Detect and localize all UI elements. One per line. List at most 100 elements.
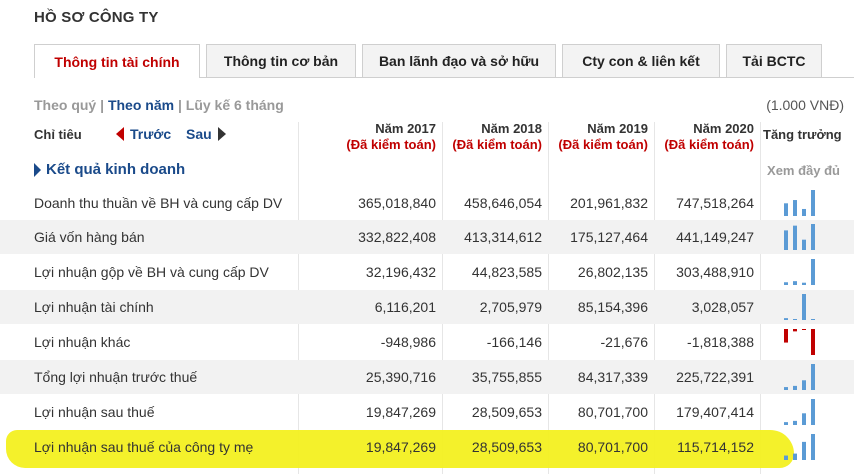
row-value: 747,518,264 <box>676 195 754 211</box>
next-button[interactable]: Sau <box>186 126 226 142</box>
row-label: Tổng lợi nhuận trước thuế <box>34 369 198 385</box>
sparkline-bar <box>811 319 815 320</box>
previous-button[interactable]: Trước <box>116 126 171 142</box>
growth-sparkline[interactable] <box>782 258 818 286</box>
row-value: 19,847,269 <box>365 439 436 455</box>
row-value: 175,127,464 <box>570 229 648 245</box>
audit-label: (Đã kiểm toán) <box>664 137 754 152</box>
audit-label: (Đã kiểm toán) <box>346 137 436 152</box>
sparkline-bar <box>802 380 806 390</box>
row-value: 6,116,201 <box>374 299 436 315</box>
tab-download-reports[interactable]: Tải BCTC <box>726 44 822 77</box>
row-value: 80,701,700 <box>577 439 648 455</box>
year-label: Năm 2018 <box>481 121 542 136</box>
sparkline-bar <box>793 385 797 390</box>
row-value: 19,847,269 <box>365 404 436 420</box>
sparkline-bar <box>784 282 788 285</box>
section-business-results[interactable]: Kết quả kinh doanh Xem đầy đủ <box>34 158 844 184</box>
row-value: 332,822,408 <box>358 229 436 245</box>
row-label: Giá vốn hàng bán <box>34 229 145 245</box>
period-year-link[interactable]: Theo năm <box>108 97 174 113</box>
row-value: 458,646,054 <box>464 195 542 211</box>
row-value: 80,701,700 <box>577 404 648 420</box>
row-label: Lợi nhuận sau thuế của công ty mẹ <box>34 439 254 455</box>
period-separator: | <box>177 97 182 113</box>
table-row: Tổng lợi nhuận trước thuế 25,390,716 35,75… <box>0 360 854 394</box>
table-row: Lợi nhuận sau thuế 19,847,269 28,509,653 80… <box>0 395 854 429</box>
growth-header: Tăng trưởng <box>763 127 842 142</box>
sparkline-bar <box>784 318 788 320</box>
previous-label: Trước <box>130 126 172 142</box>
table-row: Doanh thu thuần về BH và cung cấp DV 365,… <box>0 186 854 220</box>
year-header-2020: Năm 2020 (Đã kiểm toán) <box>650 121 754 153</box>
period-quarter-link[interactable]: Theo quý <box>34 97 96 113</box>
sparkline-bar <box>802 441 806 460</box>
row-value: 365,018,840 <box>358 195 436 211</box>
growth-sparkline[interactable] <box>782 293 818 321</box>
row-value: 115,714,152 <box>677 439 754 455</box>
indicator-header: Chỉ tiêu <box>34 127 82 142</box>
row-value: 28,509,653 <box>471 404 542 420</box>
growth-sparkline[interactable] <box>782 433 818 461</box>
sparkline-bar <box>802 329 806 330</box>
growth-sparkline[interactable] <box>782 363 818 391</box>
growth-sparkline[interactable] <box>782 189 818 217</box>
period-cumulative-link[interactable]: Lũy kế 6 tháng <box>186 97 284 113</box>
table-row: Lợi nhuận sau thuế của công ty mẹ 19,847,… <box>0 430 854 464</box>
row-value: 2,705,979 <box>479 299 542 315</box>
row-label: Lợi nhuận sau thuế <box>34 404 155 420</box>
period-selector: Theo quý | Theo năm | Lũy kế 6 tháng <box>34 97 284 113</box>
tab-financial-info[interactable]: Thông tin tài chính <box>34 44 200 78</box>
row-value: 44,823,585 <box>471 264 542 280</box>
row-value: 303,488,910 <box>676 264 754 280</box>
next-label: Sau <box>186 126 212 142</box>
sparkline-bar <box>811 259 815 285</box>
table-row: Lợi nhuận tài chính 6,116,201 2,705,979 85,… <box>0 290 854 324</box>
sparkline-bar <box>793 225 797 250</box>
unit-label: (1.000 VNĐ) <box>766 97 844 113</box>
row-value: -21,676 <box>600 334 648 350</box>
table-row: Lợi nhuận khác -948,986 -166,146 -21,676 -1,… <box>0 325 854 359</box>
triangle-left-icon <box>116 127 124 141</box>
sparkline-bar <box>811 329 815 355</box>
year-label: Năm 2019 <box>587 121 648 136</box>
growth-sparkline[interactable] <box>782 223 818 251</box>
section-label: Kết quả kinh doanh <box>46 161 186 178</box>
year-label: Năm 2020 <box>693 121 754 136</box>
row-value: 25,390,716 <box>365 369 436 385</box>
row-value: 35,755,855 <box>471 369 542 385</box>
sparkline-bar <box>811 224 815 250</box>
row-label: Doanh thu thuần về BH và cung cấp DV <box>34 195 283 211</box>
sparkline-bar <box>784 422 788 425</box>
sparkline-bar <box>811 364 815 390</box>
sparkline-bar <box>802 413 806 425</box>
sparkline-bar <box>802 208 806 216</box>
sparkline-bar <box>784 329 788 343</box>
growth-sparkline[interactable] <box>782 398 818 426</box>
sparkline-bar <box>793 319 797 320</box>
tab-management-ownership[interactable]: Ban lãnh đạo và sở hữu <box>362 44 556 77</box>
row-value: -1,818,388 <box>687 334 754 350</box>
growth-sparkline[interactable] <box>782 328 818 356</box>
tab-basic-info[interactable]: Thông tin cơ bản <box>206 44 356 77</box>
sparkline-bar <box>793 420 797 425</box>
table-row: Giá vốn hàng bán 332,822,408 413,314,612 17… <box>0 220 854 254</box>
sparkline-bar <box>793 281 797 285</box>
row-value: 84,317,339 <box>577 369 648 385</box>
sparkline-bar <box>784 387 788 390</box>
sparkline-bar <box>784 230 788 250</box>
table-header: Chỉ tiêu Trước Sau Năm 2017 (Đã kiểm toá… <box>0 120 854 156</box>
row-value: 441,149,247 <box>676 229 754 245</box>
row-label: Lợi nhuận khác <box>34 334 131 350</box>
audit-label: (Đã kiểm toán) <box>558 137 648 152</box>
sparkline-bar <box>793 200 797 216</box>
year-header-2019: Năm 2019 (Đã kiểm toán) <box>544 121 648 153</box>
table-row: Lợi nhuận gộp về BH và cung cấp DV 32,196… <box>0 255 854 289</box>
year-label: Năm 2017 <box>375 121 436 136</box>
view-all-link[interactable]: Xem đầy đủ <box>767 163 840 178</box>
row-label: Lợi nhuận tài chính <box>34 299 154 315</box>
sparkline-bar <box>793 453 797 460</box>
tab-subsidiaries[interactable]: Cty con & liên kết <box>562 44 720 77</box>
sparkline-bar <box>784 455 788 460</box>
period-separator: | <box>100 97 105 113</box>
